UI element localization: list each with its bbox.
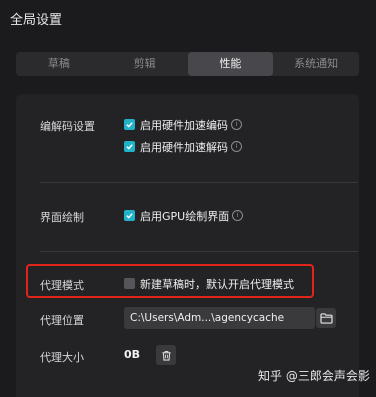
tab-drafts[interactable]: 草稿 [16,52,102,76]
performance-panel: 编解码设置 启用硬件加速编码 i 启用硬件加速解码 i 界面绘制 启用GPU绘制… [16,94,359,397]
divider [40,251,358,252]
info-icon[interactable]: i [232,210,243,221]
hw-decode-label: 启用硬件加速解码 [140,141,228,154]
tab-editing[interactable]: 剪辑 [102,52,188,76]
tab-notifications[interactable]: 系统通知 [273,52,359,76]
folder-icon [319,312,333,324]
check-icon [126,144,133,150]
folder-button[interactable] [316,308,336,328]
check-icon [126,213,133,219]
info-icon[interactable]: i [231,141,242,152]
codec-label: 编解码设置 [40,120,95,133]
hw-encode-label: 启用硬件加速编码 [140,119,228,132]
proxy-location-label: 代理位置 [40,314,84,327]
window-title: 全局设置 [10,13,63,28]
gpu-render-checkbox[interactable] [124,210,135,221]
title-bar: 全局设置 [0,0,376,40]
proxy-mode-option-label: 新建草稿时，默认开启代理模式 [140,278,294,291]
tab-performance[interactable]: 性能 [187,52,274,76]
proxy-path-field[interactable]: C:\Users\Adm...\agencycache [124,307,315,329]
proxy-mode-label: 代理模式 [40,279,84,292]
settings-tabs: 草稿 剪辑 性能 系统通知 [16,52,359,76]
proxy-mode-checkbox[interactable] [124,278,135,289]
trash-icon [161,350,171,361]
check-icon [126,122,133,128]
render-label: 界面绘制 [40,211,84,224]
gpu-render-label: 启用GPU绘制界面 [140,210,230,223]
divider [40,182,358,183]
clear-cache-button[interactable] [156,345,176,365]
watermark: 知乎 @三郎会声会影 [258,369,370,383]
hw-encode-checkbox[interactable] [124,119,135,130]
proxy-size-label: 代理大小 [40,351,84,364]
info-icon[interactable]: i [231,119,242,130]
proxy-size-value: 0B [124,348,141,361]
hw-decode-checkbox[interactable] [124,141,135,152]
